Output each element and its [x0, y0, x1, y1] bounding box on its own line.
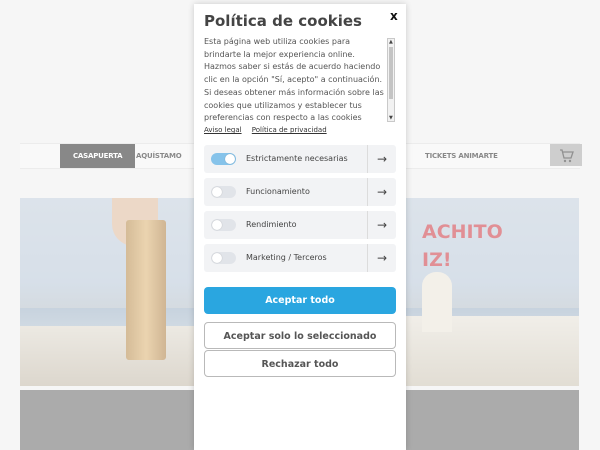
cookie-policy-modal: Política de cookies x Esta página web ut…	[194, 4, 406, 450]
privacy-policy-link[interactable]: Política de privacidad	[252, 126, 327, 134]
toggle-functionality[interactable]	[211, 186, 236, 198]
toggle-marketing[interactable]	[211, 252, 236, 264]
option-label: Funcionamiento	[246, 187, 310, 196]
scroll-up-icon[interactable]: ▲	[389, 39, 393, 45]
scrollbar-thumb[interactable]	[389, 47, 393, 99]
arrow-right-icon[interactable]: →	[367, 145, 396, 173]
cookie-option-marketing[interactable]: Marketing / Terceros →	[204, 244, 396, 272]
cookie-description: Esta página web utiliza cookies para bri…	[204, 37, 384, 123]
accept-selected-button[interactable]: Aceptar solo lo seleccionado	[204, 322, 396, 349]
accept-all-button[interactable]: Aceptar todo	[204, 287, 396, 314]
arrow-right-icon[interactable]: →	[367, 178, 396, 206]
modal-title: Política de cookies	[204, 12, 362, 30]
option-label: Rendimiento	[246, 220, 297, 229]
close-icon[interactable]: x	[390, 9, 398, 23]
scroll-down-icon[interactable]: ▼	[389, 115, 393, 121]
toggle-performance[interactable]	[211, 219, 236, 231]
arrow-right-icon[interactable]: →	[367, 244, 396, 272]
reject-all-button[interactable]: Rechazar todo	[204, 350, 396, 377]
cookie-option-functionality[interactable]: Funcionamiento →	[204, 178, 396, 206]
arrow-right-icon[interactable]: →	[367, 211, 396, 239]
cookie-option-performance[interactable]: Rendimiento →	[204, 211, 396, 239]
option-label: Marketing / Terceros	[246, 253, 327, 262]
toggle-necessary[interactable]	[211, 153, 236, 165]
cookie-option-necessary[interactable]: Estrictamente necesarias →	[204, 145, 396, 173]
description-scrollbar[interactable]: ▲ ▼	[387, 38, 395, 122]
policy-links: Aviso legal Política de privacidad	[204, 126, 335, 134]
option-label: Estrictamente necesarias	[246, 154, 348, 163]
legal-notice-link[interactable]: Aviso legal	[204, 126, 242, 134]
